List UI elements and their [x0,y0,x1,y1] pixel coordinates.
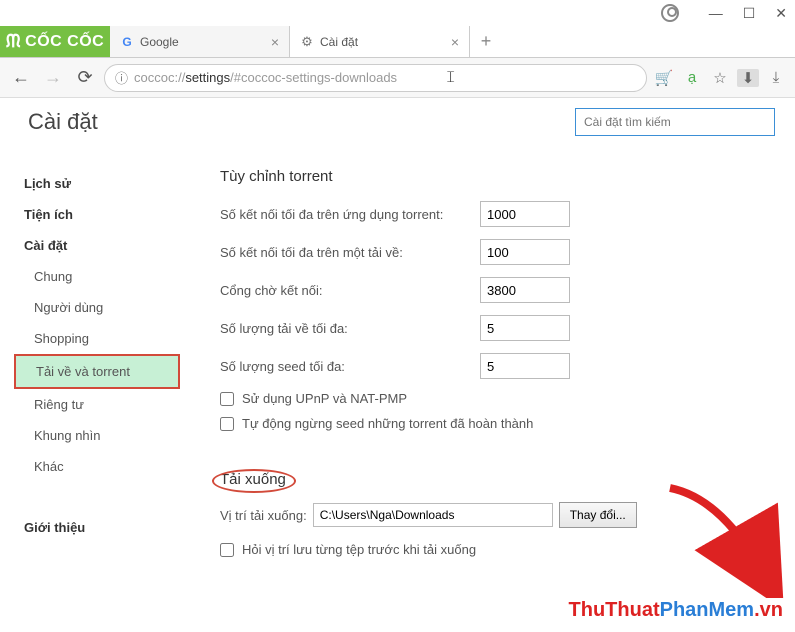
reload-button[interactable]: ⟳ [72,67,98,88]
minimize-button[interactable]: — [709,5,723,21]
setting-label: Cổng chờ kết nối: [220,283,480,298]
download-path-label: Vị trí tải xuống: [220,508,307,523]
tab-settings[interactable]: ⚙ Cài đặt × [290,26,470,57]
sidebar-item-appearance[interactable]: Khung nhìn [18,420,180,451]
autostop-seed-label: Tự động ngừng seed những torrent đã hoàn… [242,416,533,431]
tab-title: Google [140,35,265,49]
close-window-button[interactable]: ✕ [775,5,787,22]
new-tab-button[interactable]: + [470,26,502,57]
autostop-seed-checkbox[interactable] [220,417,234,431]
bookmark-star-icon[interactable]: ☆ [709,69,731,87]
watermark: ThuThuatPhanMem.vn [569,599,783,622]
max-seeds-input[interactable] [480,353,570,379]
forward-button: → [40,67,66,88]
settings-main: Tùy chỉnh torrent Số kết nối tối đa trên… [180,98,795,632]
max-downloads-input[interactable] [480,315,570,341]
max-download-connections-input[interactable] [480,239,570,265]
download-section-title: Tải xuống [220,471,286,488]
bunny-icon: ᙏ [6,31,21,52]
sidebar-item-history[interactable]: Lịch sử [18,168,180,199]
user-account-icon[interactable] [661,4,679,22]
sidebar-item-general[interactable]: Chung [18,261,180,292]
setting-label: Số kết nối tối đa trên ứng dụng torrent: [220,207,480,222]
setting-label: Số kết nối tối đa trên một tải về: [220,245,480,260]
upnp-checkbox[interactable] [220,392,234,406]
sidebar-item-privacy[interactable]: Riêng tư [18,389,180,420]
cart-icon[interactable]: 🛒 [653,69,675,87]
text-cursor-icon: 𝙸 [445,69,456,87]
sidebar-item-extensions[interactable]: Tiện ích [18,199,180,230]
downloads-bar-icon[interactable]: ⤓ [765,69,787,86]
site-info-icon[interactable]: ⓘ [115,68,128,87]
navigation-toolbar: ← → ⟳ ⓘ coccoc://settings/#coccoc-settin… [0,58,795,98]
ask-location-label: Hỏi vị trí lưu từng tệp trước khi tải xu… [242,542,476,557]
accent-a-icon[interactable]: ạ [681,69,703,86]
sidebar-item-shopping[interactable]: Shopping [18,323,180,354]
ask-location-checkbox[interactable] [220,543,234,557]
listen-port-input[interactable] [480,277,570,303]
close-tab-icon[interactable]: × [271,34,279,50]
address-bar[interactable]: ⓘ coccoc://settings/#coccoc-settings-dow… [104,64,647,92]
url-text: coccoc://settings/#coccoc-settings-downl… [134,70,397,85]
coccoc-logo[interactable]: ᙏ CỐC CỐC [0,26,110,57]
close-tab-icon[interactable]: × [451,34,459,50]
upnp-label: Sử dụng UPnP và NAT-PMP [242,391,407,406]
tab-strip: ᙏ CỐC CỐC G Google × ⚙ Cài đặt × + [0,26,795,58]
settings-sidebar: Lịch sử Tiện ích Cài đặt Chung Người dùn… [0,98,180,632]
gear-favicon-icon: ⚙ [300,35,314,49]
sidebar-item-about[interactable]: Giới thiệu [18,512,180,543]
google-favicon-icon: G [120,35,134,49]
setting-label: Số lượng seed tối đa: [220,359,480,374]
tab-title: Cài đặt [320,35,445,49]
change-path-button[interactable]: Thay đổi... [559,502,637,528]
sidebar-item-settings[interactable]: Cài đặt [18,230,180,261]
back-button[interactable]: ← [8,67,34,88]
torrent-section-title: Tùy chỉnh torrent [220,168,765,185]
page-title: Cài đặt [28,109,98,135]
max-app-connections-input[interactable] [480,201,570,227]
sidebar-item-other[interactable]: Khác [18,451,180,482]
maximize-button[interactable]: ☐ [743,5,756,22]
logo-text: CỐC CỐC [25,33,104,51]
setting-label: Số lượng tải về tối đa: [220,321,480,336]
sidebar-item-users[interactable]: Người dùng [18,292,180,323]
tab-google[interactable]: G Google × [110,26,290,57]
download-path-input[interactable] [313,503,553,527]
sidebar-item-download-torrent[interactable]: Tải về và torrent [14,354,180,389]
download-icon[interactable]: ⬇ [737,69,759,87]
